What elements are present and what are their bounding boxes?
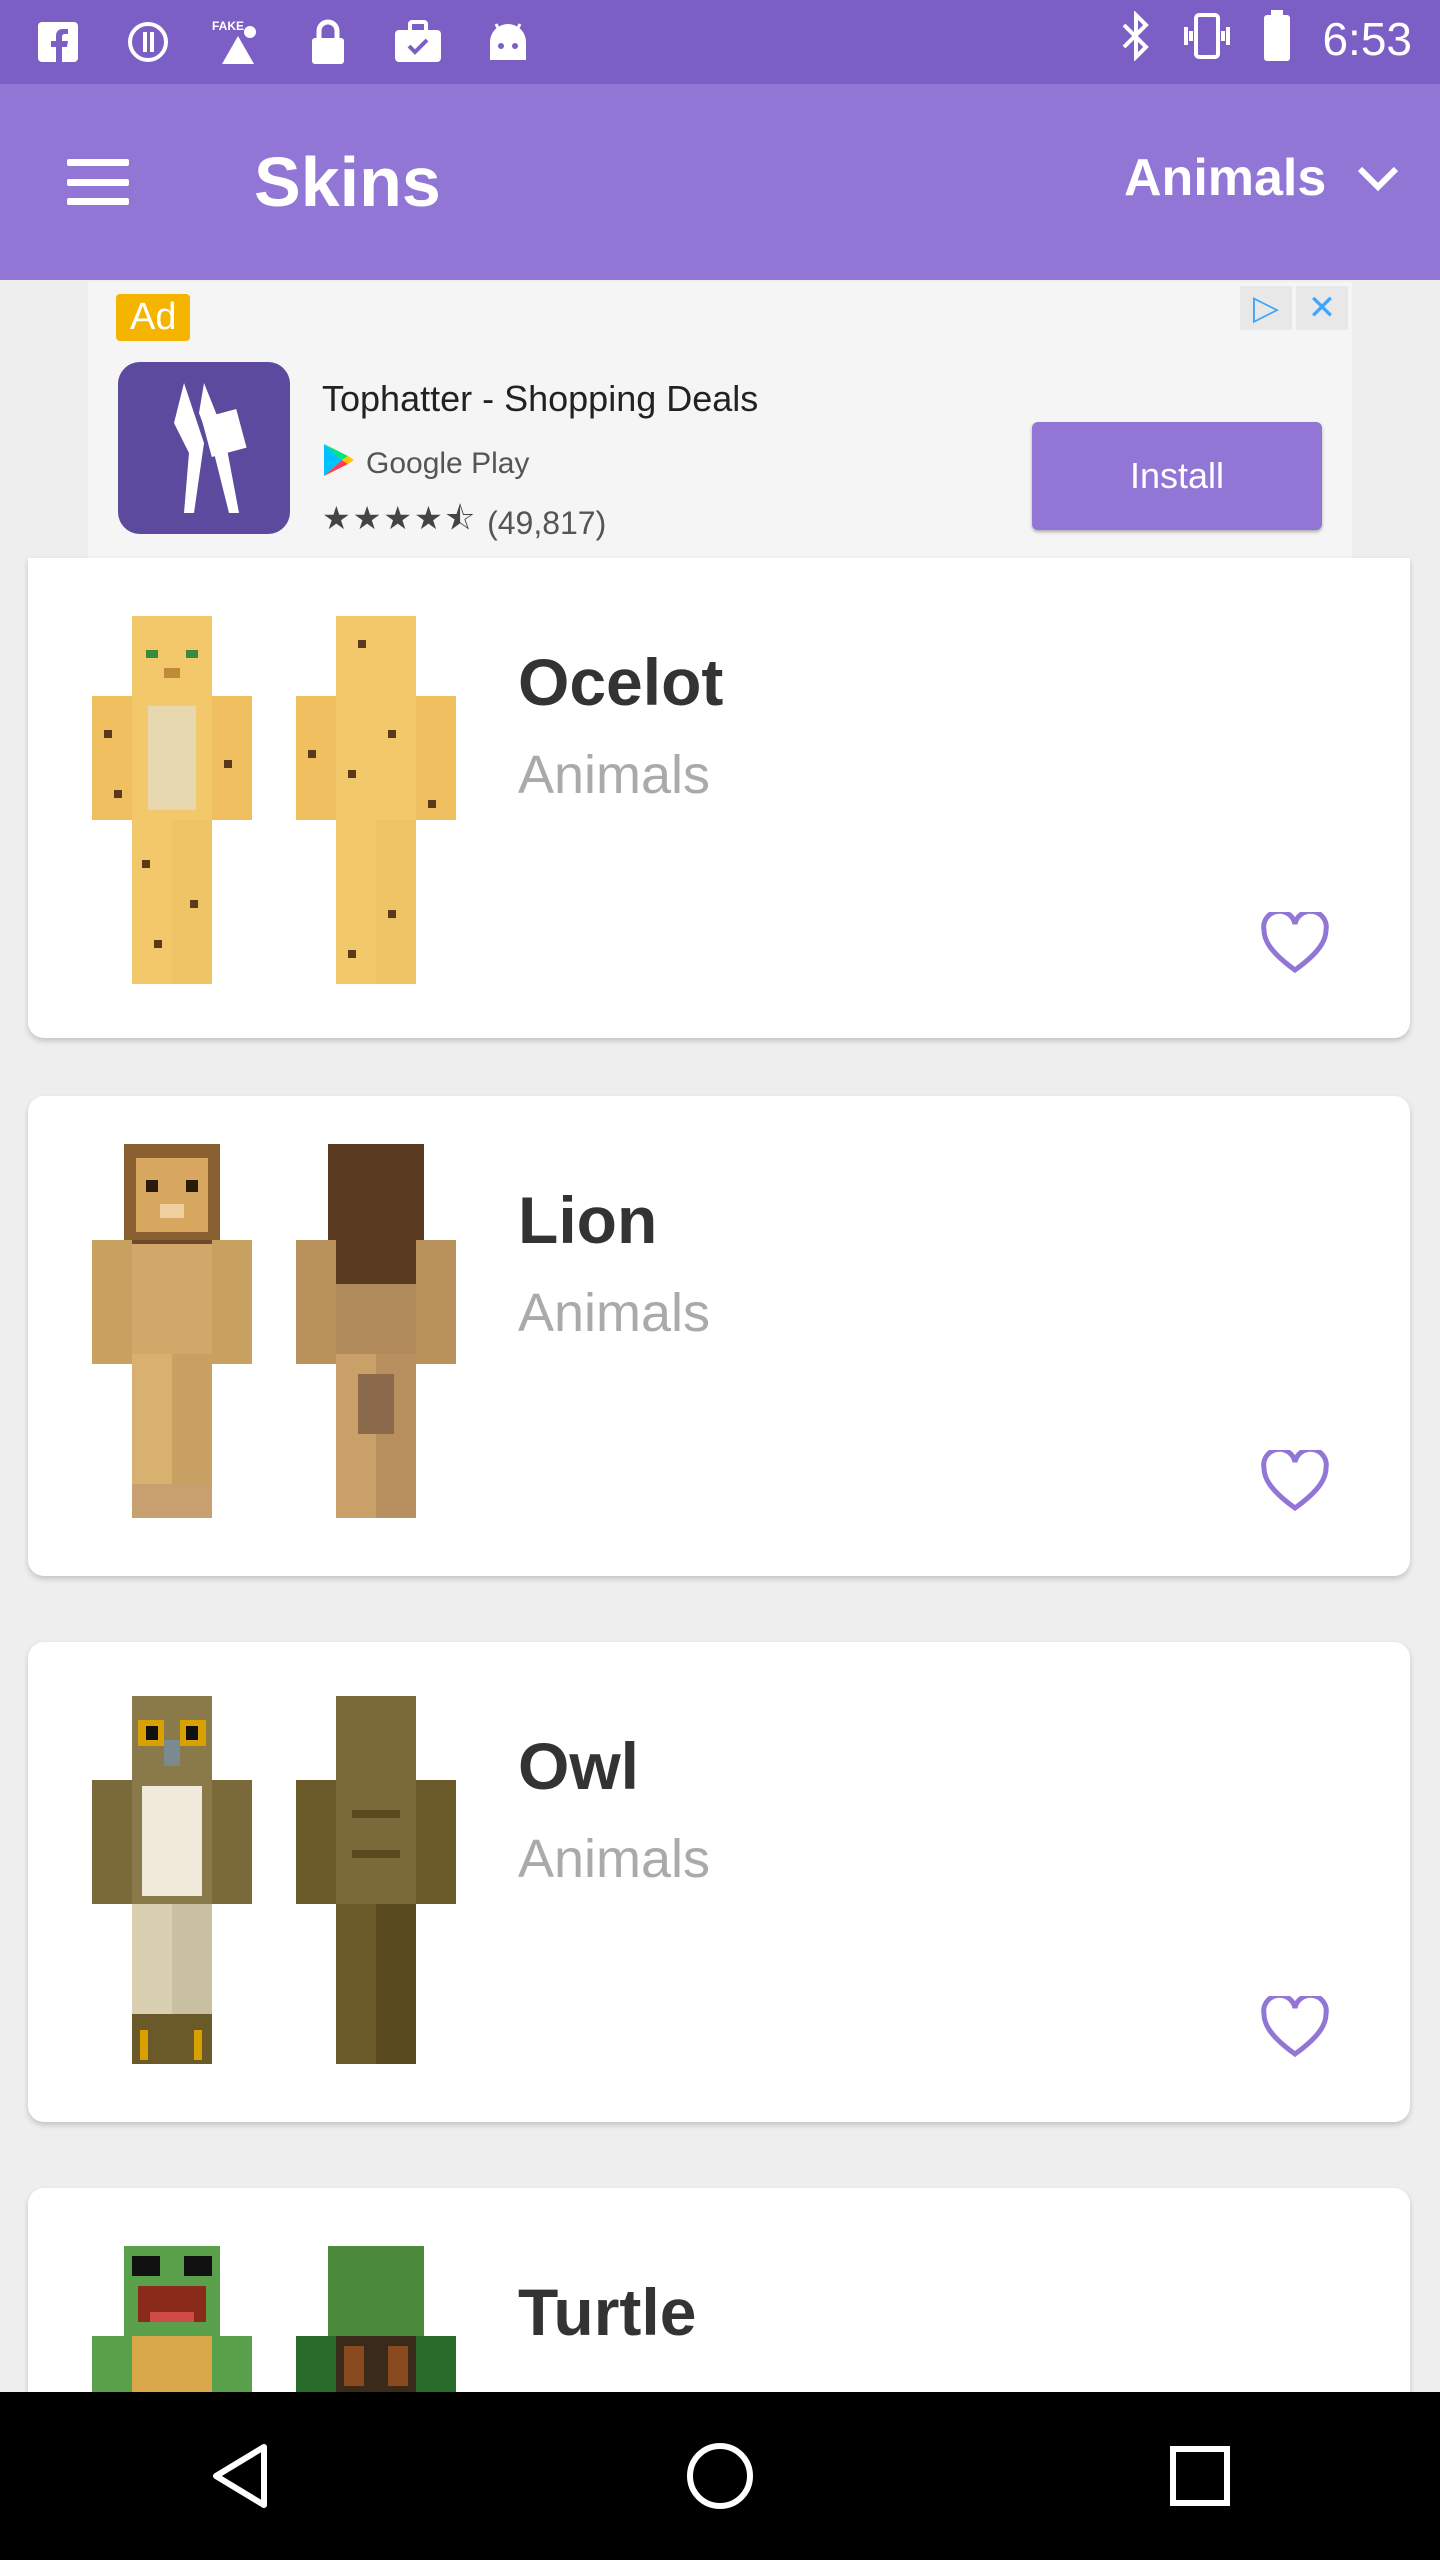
ad-choices: ▷ ✕ <box>1240 286 1348 330</box>
heart-icon <box>1261 1450 1329 1512</box>
skin-front-figure <box>92 1144 252 1518</box>
fake-gps-icon: FAKE <box>210 14 266 70</box>
skin-back-figure <box>296 1144 456 1518</box>
skin-preview[interactable] <box>84 1144 464 1524</box>
svg-text:FAKE: FAKE <box>212 19 244 33</box>
facebook-icon <box>30 14 86 70</box>
skin-back-figure <box>296 616 456 984</box>
favorite-button[interactable] <box>1250 1436 1340 1526</box>
skin-front-figure <box>92 616 252 984</box>
skin-back-figure <box>296 1696 456 2064</box>
battery-icon <box>1262 10 1292 67</box>
clock: 6:53 <box>1322 12 1412 65</box>
skin-preview[interactable] <box>84 1690 464 2070</box>
system-nav-bar <box>0 2392 1440 2560</box>
star-rating: ★★★★⯪ <box>322 499 478 537</box>
ad-banner[interactable]: Ad ▷ ✕ Tophatter - Shopping Deals Google… <box>88 282 1352 560</box>
skin-name[interactable]: Owl <box>518 1728 639 1804</box>
ad-choices-icon[interactable]: ▷ <box>1240 286 1292 330</box>
alert-icon <box>120 14 176 70</box>
skin-name[interactable]: Lion <box>518 1182 657 1258</box>
google-play-icon <box>322 442 356 486</box>
skin-preview[interactable] <box>84 610 464 990</box>
skin-category: Animals <box>518 1283 711 1343</box>
back-icon <box>213 2444 267 2508</box>
skin-card[interactable]: Owl Animals <box>28 1642 1410 2122</box>
ad-store-label: Google Play <box>366 447 530 480</box>
category-selected: Animals <box>1124 149 1327 207</box>
favorite-button[interactable] <box>1250 1982 1340 2072</box>
skin-card[interactable]: Ocelot Animals <box>28 558 1410 1038</box>
ad-app-name[interactable]: Tophatter - Shopping Deals <box>322 378 758 420</box>
chevron-down-icon[interactable] <box>1338 138 1418 218</box>
skin-category: Animals <box>518 745 711 805</box>
page-title: Skins <box>254 143 441 221</box>
rating-count: (49,817) <box>487 504 607 541</box>
ad-rating: ★★★★⯪ (49,817) <box>322 496 606 550</box>
ad-store: Google Play <box>322 442 529 486</box>
skin-front-figure <box>92 1696 252 2064</box>
recents-button[interactable] <box>1140 2416 1260 2536</box>
home-button[interactable] <box>660 2416 780 2536</box>
heart-icon <box>1261 1996 1329 2058</box>
vibrate-icon <box>1182 11 1232 66</box>
notification-icons: FAKE <box>30 14 536 70</box>
ad-app-icon[interactable] <box>118 362 290 534</box>
system-status: 6:53 <box>1120 10 1412 67</box>
bluetooth-icon <box>1120 10 1152 66</box>
skin-name[interactable]: Ocelot <box>518 644 723 720</box>
skin-name[interactable]: Turtle <box>518 2274 696 2350</box>
back-button[interactable] <box>180 2416 300 2536</box>
skin-card[interactable]: Lion Animals <box>28 1096 1410 1576</box>
skin-category: Animals <box>518 1829 711 1889</box>
heart-icon <box>1261 912 1329 974</box>
status-bar: FAKE 6:53 <box>0 0 1440 84</box>
lock-icon <box>300 14 356 70</box>
close-icon[interactable]: ✕ <box>1296 286 1348 330</box>
install-button[interactable]: Install <box>1032 422 1322 530</box>
briefcase-icon <box>390 14 446 70</box>
home-icon <box>687 2443 753 2509</box>
android-icon <box>480 14 536 70</box>
app-toolbar: Skins Animals <box>0 84 1440 280</box>
favorite-button[interactable] <box>1250 898 1340 988</box>
category-dropdown[interactable]: Animals <box>1124 108 1418 248</box>
menu-button[interactable] <box>0 84 196 280</box>
recents-icon <box>1170 2446 1230 2506</box>
menu-icon <box>67 159 129 205</box>
ad-badge: Ad <box>116 294 191 341</box>
